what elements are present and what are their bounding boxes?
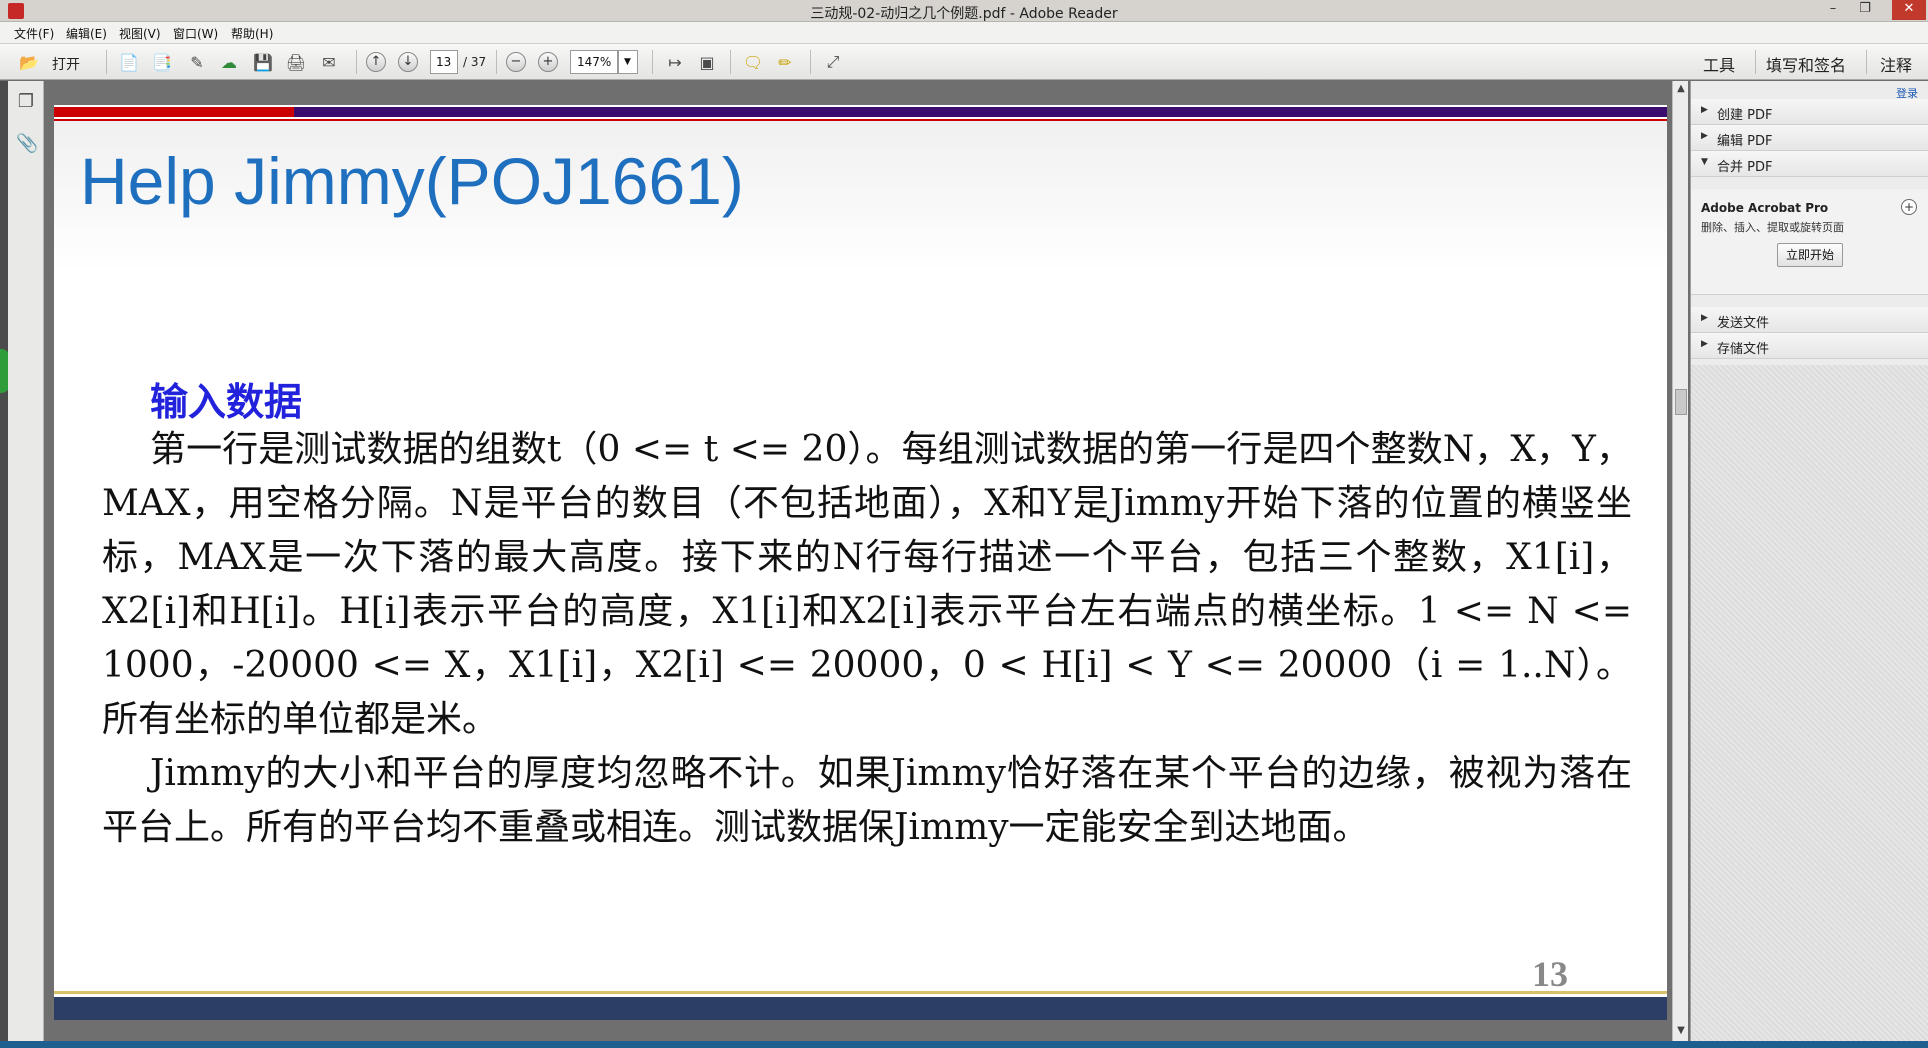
tools-pane-empty-area [1691,365,1928,1041]
menu-view[interactable]: 视图(V) [119,25,161,42]
toolbar-separator [496,50,497,74]
combine-pdf-label: 合并 PDF [1717,160,1773,175]
adobe-reader-window: 三动规-02-动归之几个例题.pdf - Adobe Reader – ❐ ✕ … [0,0,1928,1048]
fill-sign-tab[interactable]: 填写和签名 [1766,52,1846,76]
convert-pdf-icon[interactable]: 📑 [151,52,173,72]
toolbar-separator [106,50,107,74]
upload-cloud-icon[interactable]: ☁ [218,52,240,72]
email-icon[interactable]: ✉ [318,52,340,72]
edit-pdf-label: 编辑 PDF [1717,134,1773,149]
menu-help[interactable]: 帮助(H) [231,25,273,42]
store-files-label: 存储文件 [1717,342,1770,357]
paragraph-notes: Jimmy的大小和平台的厚度均忽略不计。如果Jimmy恰好落在某个平台的边缘，被… [102,753,1632,848]
tools-pane: 登录 ▶ 创建 PDF ▶ 编辑 PDF ▼ 合并 PDF Adobe Acro… [1690,81,1928,1041]
full-screen-icon[interactable]: ⤢ [822,52,844,72]
footer-rule [54,991,1667,994]
header-bar-red [54,107,294,117]
header-bar-purple [294,107,1667,117]
scroll-down-icon[interactable]: ▼ [1674,1025,1688,1039]
add-pages-icon: + [1901,199,1917,215]
combine-pdf-section[interactable]: ▼ 合并 PDF [1691,151,1928,177]
zoom-dropdown-icon[interactable]: ▼ [618,50,638,74]
folder-open-icon[interactable]: 📂 [18,52,40,72]
close-button[interactable]: ✕ [1892,0,1926,20]
expand-triangle-icon: ▶ [1701,339,1708,349]
title-bar: 三动规-02-动归之几个例题.pdf - Adobe Reader – ❐ ✕ [0,0,1928,22]
print-icon[interactable]: 🖨 [285,52,307,72]
open-button-label[interactable]: 打开 [52,54,80,74]
zoom-out-icon[interactable]: − [506,52,526,72]
save-icon[interactable]: 💾 [252,52,274,72]
body-text: 第一行是测试数据的组数t（0 <= t <= 20）。每组测试数据的第一行是四个… [102,423,1632,855]
restore-button[interactable]: ❐ [1850,0,1880,20]
zoom-level-input[interactable]: 147% [570,50,618,74]
fit-page-icon[interactable]: ▣ [696,52,718,72]
sticky-note-icon[interactable]: 🗨 [742,52,764,72]
product-description: 删除、插入、提取或旋转页面 [1701,221,1844,234]
tools-tab[interactable]: 工具 [1703,52,1735,76]
fit-width-icon[interactable]: ↦ [664,52,686,72]
page-number-input[interactable]: 13 [430,50,458,74]
toolbar-separator [1866,50,1867,74]
page-total: / 37 [463,55,487,69]
attachments-paperclip-icon[interactable]: 📎 [16,133,38,155]
zoom-in-icon[interactable]: + [538,52,558,72]
expand-triangle-icon: ▶ [1701,313,1708,323]
send-files-label: 发送文件 [1717,316,1770,331]
toolbar-separator [730,50,731,74]
scroll-up-icon[interactable]: ▲ [1674,83,1688,97]
header-rule [54,119,1667,121]
menu-window[interactable]: 窗口(W) [173,25,218,42]
minimize-button[interactable]: – [1818,0,1848,20]
vertical-scrollbar[interactable]: ▲ ▼ [1672,81,1688,1041]
page-thumbnails-icon[interactable]: ❐ [16,91,36,113]
acrobat-pro-promo: Adobe Acrobat Pro 删除、插入、提取或旋转页面 + 立即开始 [1691,189,1928,295]
toolbar: 📂 打开 📄 📑 ✎ ☁ 💾 🖨 ✉ ↑ ↓ 13 / 37 − + 147% … [0,44,1928,80]
toolbar-separator [810,50,811,74]
pdf-page: Help Jimmy(POJ1661) 输入数据 第一行是测试数据的组数t（0 … [54,105,1667,1020]
product-name: Adobe Acrobat Pro [1701,201,1829,215]
edit-pdf-icon[interactable]: ✎ [186,52,208,72]
footer-bar [54,997,1667,1020]
left-window-edge [0,81,10,1048]
collapse-triangle-icon: ▼ [1701,157,1708,167]
toolbar-separator [1755,50,1756,74]
expand-triangle-icon: ▶ [1701,131,1708,141]
menu-bar: 文件(F) 编辑(E) 视图(V) 窗口(W) 帮助(H) [0,22,1928,44]
create-pdf-section[interactable]: ▶ 创建 PDF [1691,99,1928,125]
slide-page-number: 13 [1532,954,1568,994]
toolbar-separator [652,50,653,74]
highlight-icon[interactable]: ✏ [774,52,796,72]
comment-tab[interactable]: 注释 [1880,52,1912,76]
store-files-section[interactable]: ▶ 存储文件 [1691,333,1928,359]
send-files-section[interactable]: ▶ 发送文件 [1691,307,1928,333]
expand-triangle-icon: ▶ [1701,105,1708,115]
edit-pdf-section[interactable]: ▶ 编辑 PDF [1691,125,1928,151]
navigation-pane: ❐ 📎 [8,81,44,1041]
document-view[interactable]: Help Jimmy(POJ1661) 输入数据 第一行是测试数据的组数t（0 … [44,81,1672,1041]
paragraph-input-format: 第一行是测试数据的组数t（0 <= t <= 20）。每组测试数据的第一行是四个… [102,429,1632,740]
menu-file[interactable]: 文件(F) [14,25,54,42]
menu-edit[interactable]: 编辑(E) [66,25,107,42]
toolbar-separator [356,50,357,74]
create-pdf-label: 创建 PDF [1717,108,1773,123]
os-taskbar [0,1041,1928,1048]
previous-page-icon[interactable]: ↑ [366,52,386,72]
create-pdf-icon[interactable]: 📄 [118,52,140,72]
scrollbar-thumb[interactable] [1675,389,1687,415]
start-now-button[interactable]: 立即开始 [1777,243,1843,267]
next-page-icon[interactable]: ↓ [398,52,418,72]
slide-title: Help Jimmy(POJ1661) [80,144,744,218]
section-heading: 输入数据 [150,379,303,424]
window-title: 三动规-02-动归之几个例题.pdf - Adobe Reader [810,6,1118,22]
